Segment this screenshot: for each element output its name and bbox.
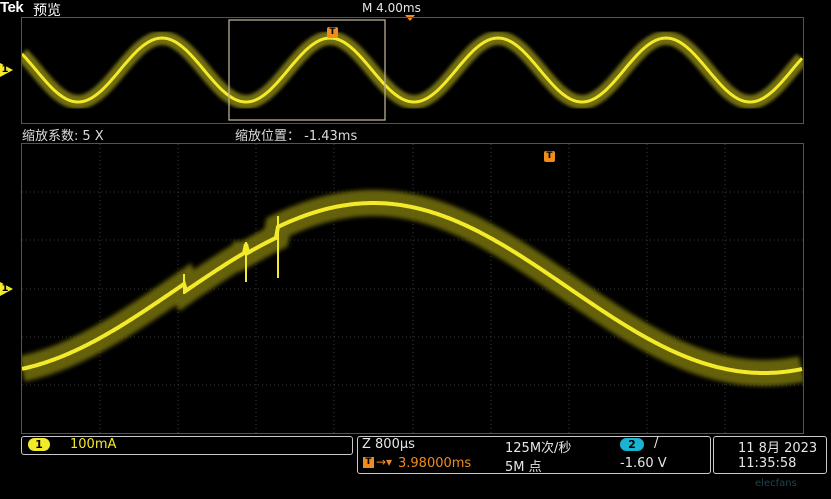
trigger-source-badge[interactable]: 2 <box>620 438 644 451</box>
main-timebase[interactable]: M 4.00ms <box>362 1 421 15</box>
trigger-level[interactable]: -1.60 V <box>620 456 667 471</box>
overview-waveform-window[interactable] <box>21 17 804 124</box>
overview-trigger-marker[interactable]: T <box>327 27 338 38</box>
time: 11:35:58 <box>738 456 797 471</box>
zoom-position: 缩放位置： -1.43ms <box>235 125 357 144</box>
zoom-scale[interactable]: Z 800µs <box>362 437 415 452</box>
zoom-position-value[interactable]: -1.43ms <box>304 129 357 144</box>
date: 11 8月 2023 <box>738 441 818 456</box>
record-length: 5M 点 <box>505 460 542 475</box>
zoom-trigger-marker[interactable]: T <box>544 151 555 162</box>
zoom-factor-label: 缩放系数: <box>22 129 79 144</box>
zoom-waveform-window[interactable] <box>21 143 804 434</box>
watermark: elecfans <box>755 478 797 489</box>
trigger-position-arrow-icon: →▾ <box>376 455 393 469</box>
ch1-scale[interactable]: 100mA <box>70 437 116 452</box>
tek-logo: Tek <box>0 0 24 16</box>
zoom-factor: 缩放系数: 5 X <box>22 125 108 144</box>
zoom-position-label: 缩放位置： <box>235 129 301 144</box>
zoom-graticule <box>22 144 803 433</box>
overview-waveform <box>22 19 803 121</box>
trigger-position[interactable]: 3.98000ms <box>398 456 471 471</box>
trigger-position-icon: T <box>363 457 374 468</box>
zoom-factor-value[interactable]: 5 X <box>82 129 103 144</box>
sample-rate: 125M次/秒 <box>505 441 572 456</box>
trigger-slope-icon[interactable]: / <box>654 436 658 451</box>
ch1-badge[interactable]: 1 <box>28 438 50 451</box>
